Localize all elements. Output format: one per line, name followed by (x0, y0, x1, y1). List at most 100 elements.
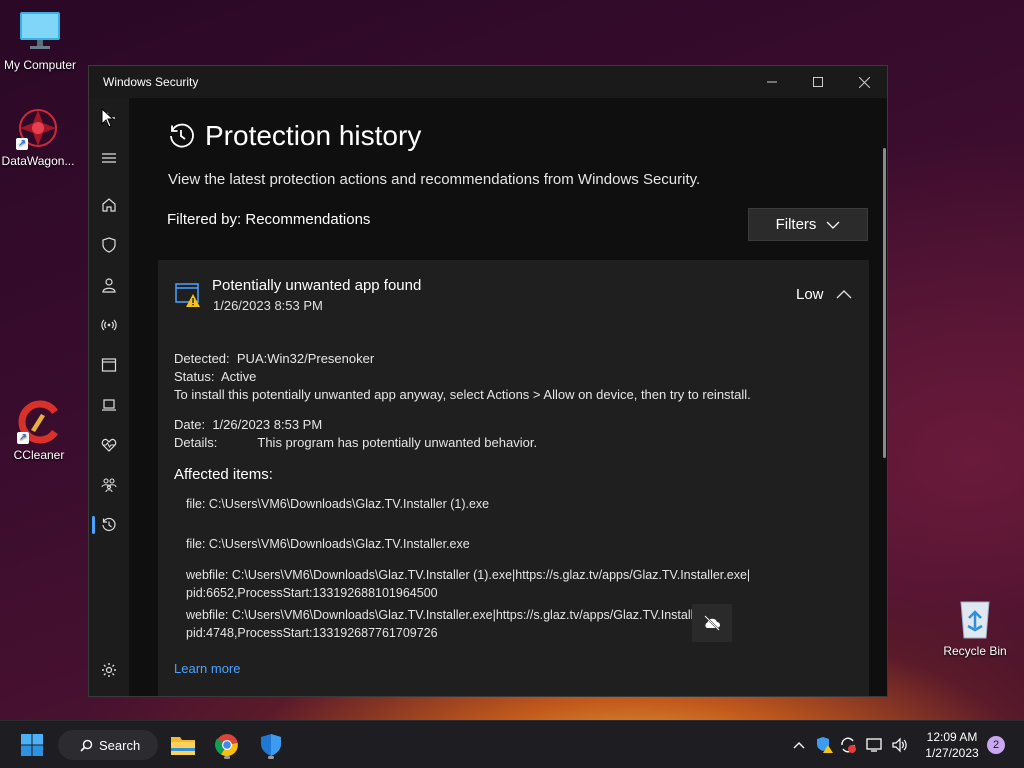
threat-card: Potentially unwanted app found 1/26/2023… (158, 260, 869, 696)
filters-button[interactable]: Filters (748, 208, 868, 241)
nav-app-browser-control[interactable] (93, 349, 125, 381)
detected-value: PUA:Win32/Presenoker (236, 351, 375, 366)
detected-row: Detected: PUA:Win32/Presenoker (174, 351, 374, 366)
taskbar-chrome[interactable] (211, 729, 243, 761)
date-value: 1/26/2023 8:53 PM (212, 417, 323, 432)
network-signal-icon (101, 319, 117, 331)
nav-family-options[interactable] (93, 469, 125, 501)
learn-more-link[interactable]: Learn more (174, 661, 240, 676)
running-indicator (224, 756, 230, 759)
nav-device-security[interactable] (93, 389, 125, 421)
date-label: Date: (174, 417, 206, 432)
desktop-icon-label: CCleaner (13, 448, 65, 462)
severity-level: Low (796, 286, 824, 303)
status-row: Status: Active (174, 369, 256, 384)
shortcut-arrow-icon: ↗ (17, 432, 29, 444)
affected-item: webfile: C:\Users\VM6\Downloads\Glaz.TV.… (186, 608, 731, 622)
shield-warning-icon (817, 737, 833, 753)
nav-protection-history[interactable] (93, 509, 125, 541)
scrollbar-thumb[interactable] (883, 148, 886, 458)
desktop-icon-my-computer[interactable]: My Computer (0, 10, 80, 72)
search-label: Search (99, 737, 141, 753)
maximize-button[interactable] (795, 66, 841, 98)
nav-firewall[interactable] (93, 309, 125, 341)
cloud-off-icon (704, 615, 720, 631)
nav-settings[interactable] (93, 654, 125, 686)
threat-date: 1/26/2023 8:53 PM (213, 298, 323, 313)
speaker-icon (892, 737, 907, 753)
datawagon-logo-icon: ↗ (16, 106, 60, 150)
collapse-chevron-up-icon[interactable] (836, 288, 852, 300)
heart-pulse-icon (101, 438, 117, 452)
monitor-icon (18, 10, 62, 54)
app-warning-icon (175, 283, 200, 307)
family-icon (101, 478, 117, 493)
shortcut-arrow-icon: ↗ (16, 138, 28, 150)
window-title: Windows Security (103, 75, 199, 89)
title-bar[interactable]: Windows Security (89, 66, 887, 98)
ccleaner-logo-icon: ↗ (17, 400, 61, 444)
desktop-icon-label: My Computer (3, 58, 77, 72)
affected-item: webfile: C:\Users\VM6\Downloads\Glaz.TV.… (186, 568, 751, 582)
sync-icon (841, 737, 856, 753)
tray-network[interactable] (865, 735, 885, 755)
folder-icon (171, 737, 195, 755)
show-hidden-icons-button[interactable] (790, 735, 808, 755)
nav-account-protection[interactable] (93, 269, 125, 301)
detected-label: Detected: (174, 351, 230, 366)
taskbar-file-explorer[interactable] (167, 729, 199, 761)
taskbar-clock[interactable]: 12:09 AM 1/27/2023 (916, 729, 988, 761)
affected-item-continued: pid:4748,ProcessStart:133192687761709726 (186, 626, 438, 640)
windows-security-window: Windows Security Protection history View… (88, 65, 888, 697)
tray-volume[interactable] (889, 735, 911, 755)
nav-home[interactable] (93, 189, 125, 221)
status-label: Status: (174, 369, 215, 384)
chevron-down-icon (826, 221, 840, 229)
desktop-icon-label: Recycle Bin (943, 644, 1007, 658)
taskbar-search[interactable]: Search (58, 730, 158, 760)
desktop-icon-ccleaner[interactable]: ↗ CCleaner (0, 400, 79, 462)
hide-overlay-button[interactable] (692, 604, 732, 642)
nav-virus-protection[interactable] (93, 229, 125, 261)
chevron-up-icon (793, 742, 805, 749)
affected-item: file: C:\Users\VM6\Downloads\Glaz.TV.Ins… (186, 537, 470, 551)
shield-icon (102, 237, 116, 253)
filter-status: Filtered by: Recommendations (167, 211, 371, 228)
affected-items-heading: Affected items: (174, 466, 273, 483)
taskbar: Search 12:09 AM 1/27/2023 2 (0, 720, 1024, 768)
desktop-icon-datawagon[interactable]: ↗ DataWagon... (0, 106, 78, 168)
clock-time: 12:09 AM (926, 730, 978, 744)
tray-sync[interactable] (838, 735, 858, 755)
nav-device-performance[interactable] (93, 429, 125, 461)
page-title: Protection history (205, 120, 422, 151)
close-button[interactable] (841, 66, 887, 98)
page-header: Protection history (167, 120, 421, 152)
hamburger-icon (102, 153, 116, 163)
date-row: Date: 1/26/2023 8:53 PM (174, 417, 322, 432)
instruction-text: To install this potentially unwanted app… (174, 387, 751, 402)
network-monitor-icon (866, 738, 882, 752)
history-icon (102, 517, 116, 532)
minimize-button[interactable] (749, 66, 795, 98)
desktop-icon-recycle-bin[interactable]: Recycle Bin (935, 596, 1015, 658)
status-value: Active (220, 369, 257, 384)
details-row: Details: This program has potentially un… (174, 435, 537, 450)
history-icon (170, 123, 194, 148)
windows-logo-icon (21, 734, 43, 756)
chrome-icon (215, 734, 238, 757)
start-button[interactable] (16, 729, 48, 761)
tray-security-warning[interactable] (814, 735, 834, 755)
notification-badge[interactable]: 2 (987, 736, 1005, 754)
search-icon (80, 739, 93, 752)
main-content: Protection history View the latest prote… (129, 98, 887, 696)
security-shield-icon (261, 734, 281, 756)
taskbar-windows-security[interactable] (255, 729, 287, 761)
details-label: Details: (174, 435, 218, 450)
affected-item: file: C:\Users\VM6\Downloads\Glaz.TV.Ins… (186, 497, 490, 511)
details-value: This program has potentially unwanted be… (257, 435, 538, 450)
menu-button[interactable] (93, 142, 125, 174)
clock-date: 1/27/2023 (925, 746, 979, 760)
mouse-cursor-icon (101, 108, 115, 128)
page-subtitle: View the latest protection actions and r… (168, 171, 701, 188)
affected-item-continued: pid:6652,ProcessStart:133192688101964500 (186, 586, 438, 600)
